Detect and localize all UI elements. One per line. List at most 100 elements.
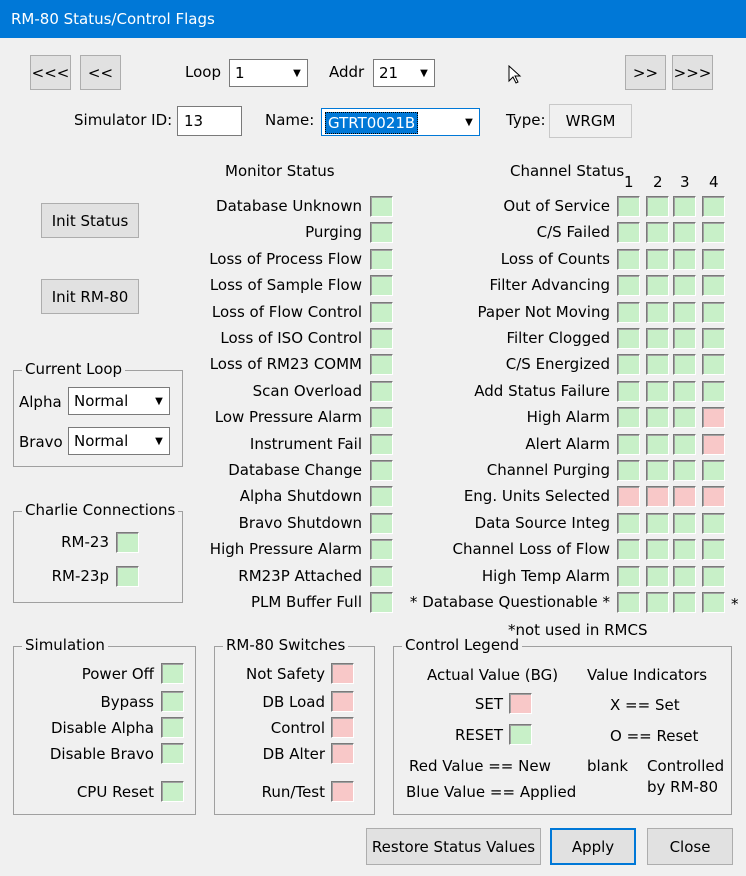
monitor-flag-purging[interactable] xyxy=(370,222,393,244)
restore-status-values-button[interactable]: Restore Status Values xyxy=(366,828,541,865)
channel-flag-channel-purging-3[interactable] xyxy=(673,460,696,481)
monitor-flag-loss-of-iso-control[interactable] xyxy=(370,328,393,349)
channel-flag-c-s-energized-2[interactable] xyxy=(646,354,669,376)
channel-flag-database-questionable-4[interactable] xyxy=(702,592,725,613)
channel-flag-loss-of-counts-1[interactable] xyxy=(617,248,640,270)
alpha-loop-select[interactable]: Normal ▼ xyxy=(68,387,170,415)
simulation-flag-power-off[interactable] xyxy=(161,663,184,684)
monitor-flag-loss-of-rm23-comm[interactable] xyxy=(370,354,393,376)
channel-flag-data-source-integ-4[interactable] xyxy=(702,512,725,534)
channel-flag-add-status-failure-4[interactable] xyxy=(702,380,725,402)
channel-flag-data-source-integ-3[interactable] xyxy=(673,512,696,534)
apply-button[interactable]: Apply xyxy=(550,828,636,865)
channel-flag-c-s-failed-4[interactable] xyxy=(702,222,725,244)
channel-flag-c-s-energized-4[interactable] xyxy=(702,354,725,376)
channel-flag-high-temp-alarm-2[interactable] xyxy=(646,565,669,587)
switch-flag-control[interactable] xyxy=(331,717,354,738)
channel-flag-eng-units-selected-4[interactable] xyxy=(702,486,725,508)
channel-flag-filter-advancing-1[interactable] xyxy=(617,275,640,297)
channel-flag-add-status-failure-3[interactable] xyxy=(673,380,696,402)
channel-flag-loss-of-counts-2[interactable] xyxy=(646,248,669,270)
channel-flag-filter-clogged-1[interactable] xyxy=(617,328,640,349)
simulation-flag-bypass[interactable] xyxy=(161,691,184,712)
addr-select[interactable]: 21 ▼ xyxy=(373,59,435,87)
channel-flag-paper-not-moving-1[interactable] xyxy=(617,301,640,323)
switch-flag-db-alter[interactable] xyxy=(331,743,354,764)
channel-flag-out-of-service-2[interactable] xyxy=(646,196,669,217)
channel-flag-channel-loss-of-flow-1[interactable] xyxy=(617,539,640,561)
monitor-flag-rm23p-attached[interactable] xyxy=(370,565,393,587)
name-select[interactable]: GTRT0021B ▼ xyxy=(321,108,480,136)
monitor-flag-database-unknown[interactable] xyxy=(370,196,393,217)
channel-flag-alert-alarm-1[interactable] xyxy=(617,433,640,455)
monitor-flag-scan-overload[interactable] xyxy=(370,380,393,402)
channel-flag-high-alarm-1[interactable] xyxy=(617,407,640,429)
channel-flag-high-temp-alarm-4[interactable] xyxy=(702,565,725,587)
channel-flag-filter-clogged-2[interactable] xyxy=(646,328,669,349)
channel-flag-channel-purging-2[interactable] xyxy=(646,460,669,481)
channel-flag-database-questionable-2[interactable] xyxy=(646,592,669,613)
channel-flag-filter-advancing-3[interactable] xyxy=(673,275,696,297)
switch-flag-not-safety[interactable] xyxy=(331,663,354,684)
channel-flag-c-s-energized-1[interactable] xyxy=(617,354,640,376)
channel-flag-eng-units-selected-3[interactable] xyxy=(673,486,696,508)
channel-flag-channel-loss-of-flow-4[interactable] xyxy=(702,539,725,561)
channel-flag-paper-not-moving-4[interactable] xyxy=(702,301,725,323)
channel-flag-c-s-energized-3[interactable] xyxy=(673,354,696,376)
simulation-flag-cpu-reset[interactable] xyxy=(161,781,184,802)
channel-flag-out-of-service-3[interactable] xyxy=(673,196,696,217)
channel-flag-filter-advancing-2[interactable] xyxy=(646,275,669,297)
channel-flag-filter-advancing-4[interactable] xyxy=(702,275,725,297)
channel-flag-add-status-failure-1[interactable] xyxy=(617,380,640,402)
charlie-flag-rm-23[interactable] xyxy=(116,532,139,553)
simulation-flag-disable-bravo[interactable] xyxy=(161,743,184,764)
channel-flag-add-status-failure-2[interactable] xyxy=(646,380,669,402)
monitor-flag-plm-buffer-full[interactable] xyxy=(370,592,393,613)
channel-flag-database-questionable-1[interactable] xyxy=(617,592,640,613)
init-rm80-button[interactable]: Init RM-80 xyxy=(41,279,139,314)
monitor-flag-high-pressure-alarm[interactable] xyxy=(370,539,393,561)
channel-flag-alert-alarm-3[interactable] xyxy=(673,433,696,455)
simulator-id-input[interactable]: 13 xyxy=(177,106,242,136)
channel-flag-database-questionable-3[interactable] xyxy=(673,592,696,613)
switch-flag-db-load[interactable] xyxy=(331,691,354,712)
bravo-loop-select[interactable]: Normal ▼ xyxy=(68,427,170,455)
next-record-button[interactable]: >> xyxy=(625,55,666,90)
switch-flag-run-test[interactable] xyxy=(331,781,354,802)
channel-flag-eng-units-selected-2[interactable] xyxy=(646,486,669,508)
channel-flag-high-alarm-4[interactable] xyxy=(702,407,725,429)
monitor-flag-low-pressure-alarm[interactable] xyxy=(370,407,393,429)
simulation-flag-disable-alpha[interactable] xyxy=(161,717,184,738)
charlie-flag-rm-23p[interactable] xyxy=(116,566,139,587)
monitor-flag-loss-of-sample-flow[interactable] xyxy=(370,275,393,297)
channel-flag-c-s-failed-2[interactable] xyxy=(646,222,669,244)
prev-record-button[interactable]: << xyxy=(80,55,121,90)
monitor-flag-loss-of-process-flow[interactable] xyxy=(370,248,393,270)
channel-flag-channel-loss-of-flow-3[interactable] xyxy=(673,539,696,561)
channel-flag-data-source-integ-2[interactable] xyxy=(646,512,669,534)
loop-select[interactable]: 1 ▼ xyxy=(229,59,308,87)
channel-flag-paper-not-moving-3[interactable] xyxy=(673,301,696,323)
channel-flag-c-s-failed-1[interactable] xyxy=(617,222,640,244)
monitor-flag-database-change[interactable] xyxy=(370,460,393,481)
monitor-flag-loss-of-flow-control[interactable] xyxy=(370,301,393,323)
channel-flag-channel-loss-of-flow-2[interactable] xyxy=(646,539,669,561)
channel-flag-alert-alarm-2[interactable] xyxy=(646,433,669,455)
channel-flag-loss-of-counts-3[interactable] xyxy=(673,248,696,270)
monitor-flag-instrument-fail[interactable] xyxy=(370,433,393,455)
channel-flag-paper-not-moving-2[interactable] xyxy=(646,301,669,323)
init-status-button[interactable]: Init Status xyxy=(41,203,139,238)
channel-flag-high-temp-alarm-1[interactable] xyxy=(617,565,640,587)
channel-flag-high-temp-alarm-3[interactable] xyxy=(673,565,696,587)
channel-flag-filter-clogged-3[interactable] xyxy=(673,328,696,349)
first-record-button[interactable]: <<< xyxy=(30,55,71,90)
channel-flag-c-s-failed-3[interactable] xyxy=(673,222,696,244)
channel-flag-high-alarm-2[interactable] xyxy=(646,407,669,429)
channel-flag-channel-purging-1[interactable] xyxy=(617,460,640,481)
channel-flag-data-source-integ-1[interactable] xyxy=(617,512,640,534)
channel-flag-eng-units-selected-1[interactable] xyxy=(617,486,640,508)
close-button[interactable]: Close xyxy=(647,828,733,865)
channel-flag-out-of-service-4[interactable] xyxy=(702,196,725,217)
monitor-flag-alpha-shutdown[interactable] xyxy=(370,486,393,508)
channel-flag-filter-clogged-4[interactable] xyxy=(702,328,725,349)
